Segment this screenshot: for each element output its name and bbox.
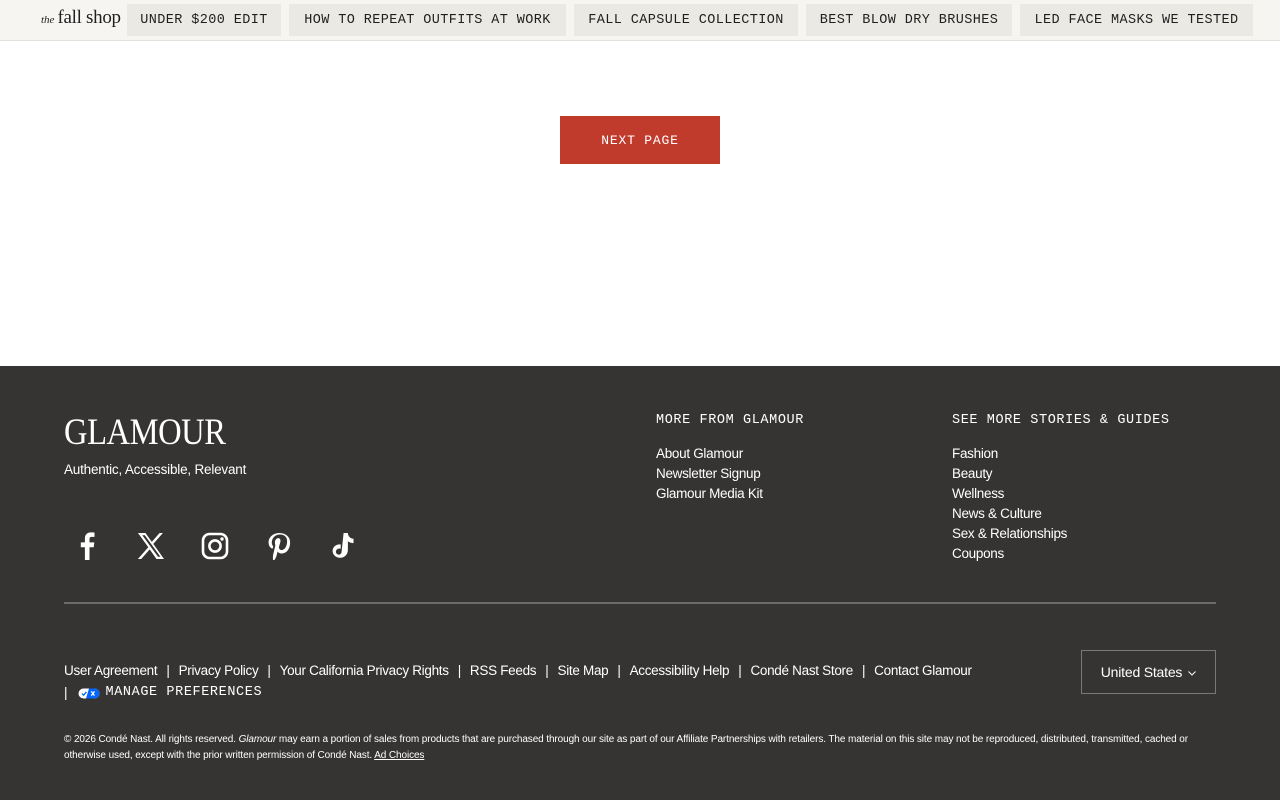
legal-separator: | [457, 663, 462, 678]
footer-link-sex-relationships[interactable]: Sex & Relationships [952, 524, 1067, 544]
footer-tagline: Authentic, Accessible, Relevant [64, 462, 247, 477]
see-more-stories-heading: SEE MORE STORIES & GUIDES [952, 413, 1170, 428]
legal-link-accessibility-help[interactable]: Accessibility Help [630, 663, 730, 678]
legal-link-user-agreement[interactable]: User Agreement [64, 663, 158, 678]
footer-link-wellness[interactable]: Wellness [952, 484, 1067, 504]
legal-link-site-map[interactable]: Site Map [557, 663, 608, 678]
nav-chip-fall-capsule[interactable]: FALL CAPSULE COLLECTION [574, 4, 798, 36]
country-selector[interactable]: United States [1081, 650, 1216, 694]
legal-separator: | [267, 663, 271, 678]
legal-separator: | [64, 685, 68, 700]
site-footer: GLAMOUR Authentic, Accessible, Relevant … [0, 366, 1280, 800]
legal-link-conde-nast-store[interactable]: Condé Nast Store [750, 663, 853, 678]
brand-name: fall shop [57, 7, 121, 28]
footer-link-about-glamour[interactable]: About Glamour [656, 444, 763, 464]
top-nav-bar: the fall shop UNDER $200 EDIT HOW TO REP… [0, 0, 1280, 41]
footer-link-news-culture[interactable]: News & Culture [952, 504, 1067, 524]
legal-link-privacy-policy[interactable]: Privacy Policy [179, 663, 259, 678]
nav-chip-blow-dry-brushes[interactable]: BEST BLOW DRY BRUSHES [806, 4, 1012, 36]
manage-preferences-link[interactable]: MANAGE PREFERENCES [106, 685, 263, 700]
more-from-glamour-links: About Glamour Newsletter Signup Glamour … [656, 444, 763, 504]
legal-links-row: User Agreement | Privacy Policy | Your C… [64, 663, 972, 678]
footer-link-newsletter-signup[interactable]: Newsletter Signup [656, 464, 763, 484]
footer-link-coupons[interactable]: Coupons [952, 544, 1067, 564]
facebook-icon[interactable] [71, 530, 103, 562]
footer-link-fashion[interactable]: Fashion [952, 444, 1067, 464]
ad-choices-link[interactable]: Ad Choices [374, 750, 424, 761]
fall-shop-brand[interactable]: the fall shop [41, 7, 121, 33]
nav-chip-repeat-outfits[interactable]: HOW TO REPEAT OUTFITS AT WORK [289, 4, 566, 36]
footer-link-beauty[interactable]: Beauty [952, 464, 1067, 484]
country-selector-label: United States [1100, 664, 1183, 680]
legal-separator: | [545, 663, 549, 678]
legal-link-contact-glamour[interactable]: Contact Glamour [874, 663, 972, 678]
chevron-down-icon [1188, 668, 1197, 678]
privacy-choices-icon[interactable] [78, 687, 100, 699]
footer-link-media-kit[interactable]: Glamour Media Kit [656, 484, 763, 504]
x-icon[interactable] [135, 530, 167, 562]
legal-separator: | [861, 663, 866, 678]
nav-chip-under-200[interactable]: UNDER $200 EDIT [127, 4, 281, 36]
brand-prefix: the [41, 14, 55, 26]
nav-chip-led-face-masks[interactable]: LED FACE MASKS WE TESTED [1020, 4, 1253, 36]
legal-separator: | [166, 663, 170, 678]
legal-link-rss-feeds[interactable]: RSS Feeds [470, 663, 537, 678]
pinterest-icon[interactable] [263, 530, 295, 562]
tiktok-icon[interactable] [327, 530, 359, 562]
copyright-start: © 2026 Condé Nast. All rights reserved. [64, 734, 239, 745]
legal-separator: | [617, 663, 621, 678]
manage-preferences-row: | MANAGE PREFERENCES [64, 685, 262, 700]
legal-link-california-privacy[interactable]: Your California Privacy Rights [280, 663, 449, 678]
footer-divider [64, 602, 1216, 604]
legal-separator: | [738, 663, 742, 678]
more-from-glamour-heading: MORE FROM GLAMOUR [656, 413, 804, 428]
instagram-icon[interactable] [199, 530, 231, 562]
see-more-stories-links: Fashion Beauty Wellness News & Culture S… [952, 444, 1067, 564]
glamour-logo[interactable]: GLAMOUR [64, 411, 226, 454]
copyright-notice: © 2026 Condé Nast. All rights reserved. … [64, 732, 1214, 764]
copyright-brand: Glamour [238, 734, 277, 745]
next-page-button[interactable]: NEXT PAGE [560, 116, 720, 164]
